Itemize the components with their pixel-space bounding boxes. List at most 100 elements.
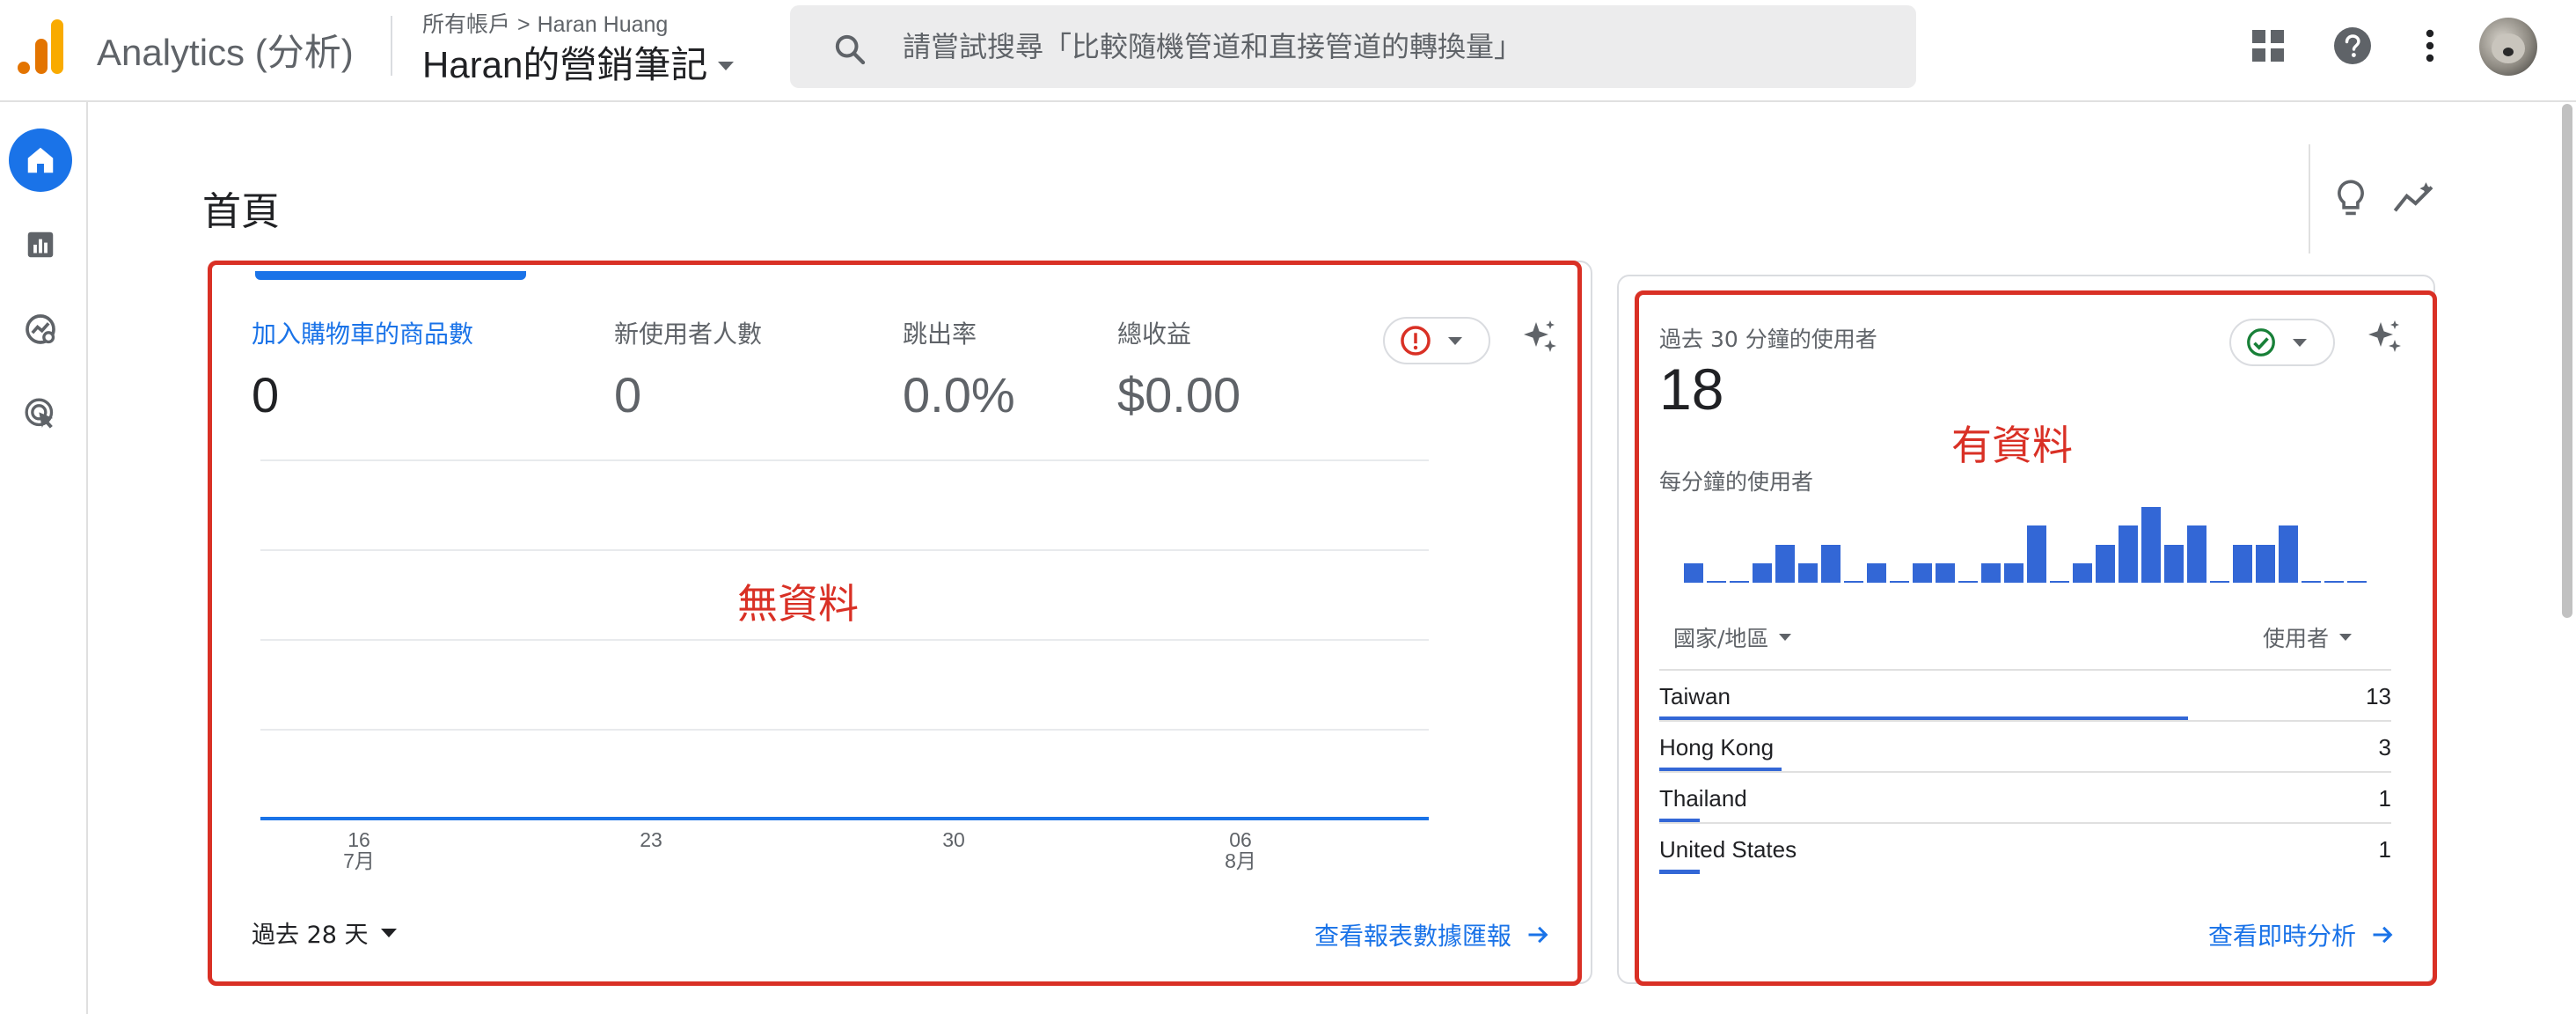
- insights-trend-button[interactable]: [2389, 174, 2439, 224]
- caret-down-icon: [2339, 634, 2353, 641]
- chart-gridline: [260, 639, 1429, 641]
- app-title: Analytics (分析): [97, 32, 354, 73]
- nav-explore[interactable]: [9, 298, 72, 361]
- realtime-status-dropdown[interactable]: [2229, 319, 2335, 366]
- breadcrumb-root[interactable]: 所有帳戶: [422, 12, 510, 37]
- account-avatar[interactable]: [2479, 18, 2537, 76]
- metric-label: 新使用者人數: [614, 320, 763, 349]
- help-icon: [2334, 27, 2371, 64]
- view-reports-link[interactable]: 查看報表數據匯報: [1314, 917, 1550, 952]
- minute-bar: [2210, 581, 2229, 583]
- warning-circle-icon: [1401, 326, 1431, 356]
- metric-header: 使用者: [2263, 626, 2330, 651]
- minute-bar: [1913, 563, 1932, 583]
- metric-total-revenue[interactable]: 總收益 $0.00: [1117, 315, 1240, 423]
- metric-value: $0.00: [1117, 367, 1241, 422]
- breadcrumb[interactable]: 所有帳戶 > Haran Huang: [422, 7, 668, 39]
- minute-bar: [1798, 563, 1818, 583]
- chart-series-line: [260, 817, 1429, 820]
- minute-bar: [2050, 581, 2069, 583]
- caret-down-icon: [380, 928, 397, 937]
- nav-advertising[interactable]: [9, 382, 72, 445]
- chart-gridline: [260, 729, 1429, 731]
- minute-bar: [2187, 525, 2206, 583]
- minute-bar: [2324, 581, 2344, 583]
- minute-bar: [1730, 581, 1749, 583]
- sparkle-icon[interactable]: [2363, 317, 2405, 359]
- minute-bar: [2004, 563, 2023, 583]
- minute-bar: [2141, 507, 2161, 583]
- x-axis-tick: 06 8月: [1225, 828, 1256, 872]
- breadcrumb-account[interactable]: Haran Huang: [538, 12, 669, 37]
- sparkle-icon[interactable]: [1519, 317, 1561, 359]
- check-circle-icon: [2247, 328, 2275, 356]
- minute-bar: [2302, 581, 2321, 583]
- top-app-bar: Analytics (分析) 所有帳戶 > Haran Huang Haran的營銷…: [0, 0, 2576, 102]
- reports-icon: [27, 231, 54, 258]
- page-title: 首頁: [202, 189, 280, 234]
- view-reports-label: 查看報表數據匯報: [1314, 922, 1512, 951]
- home-icon: [27, 147, 54, 173]
- metric-new-users[interactable]: 新使用者人數 0: [614, 315, 762, 423]
- metric-add-to-cart[interactable]: 加入購物車的商品數 0: [252, 315, 473, 423]
- metric-dropdown[interactable]: 使用者: [2263, 621, 2353, 653]
- lightbulb-icon: [2338, 180, 2364, 216]
- chevron-down-icon: [718, 61, 735, 70]
- user-count: 1: [2378, 785, 2391, 812]
- insights-lightbulb-button[interactable]: [2326, 174, 2375, 224]
- metric-label: 加入購物車的商品數: [252, 320, 474, 349]
- dimension-header: 國家/地區: [1673, 626, 1769, 651]
- chart-gridline: [260, 459, 1429, 461]
- table-row: Hong Kong 3: [1659, 720, 2391, 772]
- realtime-user-count: 18: [1659, 356, 1724, 422]
- date-range-label: 過去 28 天: [252, 922, 369, 949]
- metric-label: 總收益: [1117, 320, 1192, 349]
- search-input[interactable]: [903, 25, 1870, 69]
- metric-value: 0: [614, 367, 642, 422]
- dimension-dropdown[interactable]: 國家/地區: [1673, 621, 1792, 653]
- table-row: Taiwan 13: [1659, 669, 2391, 721]
- nav-reports[interactable]: [9, 213, 72, 276]
- x-axis-tick: 30: [942, 828, 965, 851]
- metric-bounce-rate[interactable]: 跳出率 0.0%: [903, 315, 1015, 423]
- more-options-button[interactable]: [2405, 21, 2455, 70]
- minute-bar: [2164, 545, 2184, 583]
- analytics-logo-icon[interactable]: [18, 19, 65, 74]
- minute-bar: [1753, 563, 1772, 583]
- minute-bar: [1867, 563, 1886, 583]
- view-realtime-link[interactable]: 查看即時分析: [2208, 917, 2395, 952]
- country-name: Thailand: [1659, 785, 1747, 812]
- table-row: United States 1: [1659, 822, 2391, 874]
- page-header-divider: [2309, 144, 2310, 254]
- chart-gridline: [260, 549, 1429, 551]
- minute-bar: [1958, 581, 1978, 583]
- data-quality-dropdown[interactable]: [1383, 317, 1490, 364]
- realtime-label: 過去 30 分鐘的使用者: [1659, 327, 1877, 352]
- country-name: United States: [1659, 836, 1797, 863]
- has-data-annotation: 有資料: [1951, 422, 2073, 469]
- avatar-nose: [2503, 48, 2514, 56]
- search-icon: [835, 34, 866, 65]
- header-divider: [391, 16, 392, 76]
- minute-bar: [1684, 563, 1703, 583]
- minute-bar: [2279, 525, 2298, 583]
- advertising-icon: [25, 398, 54, 429]
- user-count: 3: [2378, 734, 2391, 760]
- minute-bar: [1844, 581, 1863, 583]
- search-bar[interactable]: [790, 5, 1916, 88]
- property-selector[interactable]: Haran的營銷筆記: [422, 35, 735, 89]
- page-scrollbar[interactable]: [2562, 104, 2572, 618]
- view-realtime-label: 查看即時分析: [2208, 922, 2357, 951]
- metric-value: 0: [252, 367, 280, 422]
- share-bar: [1659, 870, 1700, 874]
- user-count: 13: [2366, 683, 2391, 709]
- apps-grid-button[interactable]: [2243, 21, 2293, 70]
- explore-icon: [26, 314, 55, 344]
- nav-home[interactable]: [9, 129, 72, 192]
- minute-bar: [1821, 545, 1841, 583]
- date-range-dropdown[interactable]: 過去 28 天: [252, 915, 397, 950]
- help-button[interactable]: [2328, 21, 2377, 70]
- x-axis-tick: 16 7月: [343, 828, 375, 872]
- minute-bar: [2119, 525, 2138, 583]
- property-name: Haran的營銷筆記: [422, 44, 708, 85]
